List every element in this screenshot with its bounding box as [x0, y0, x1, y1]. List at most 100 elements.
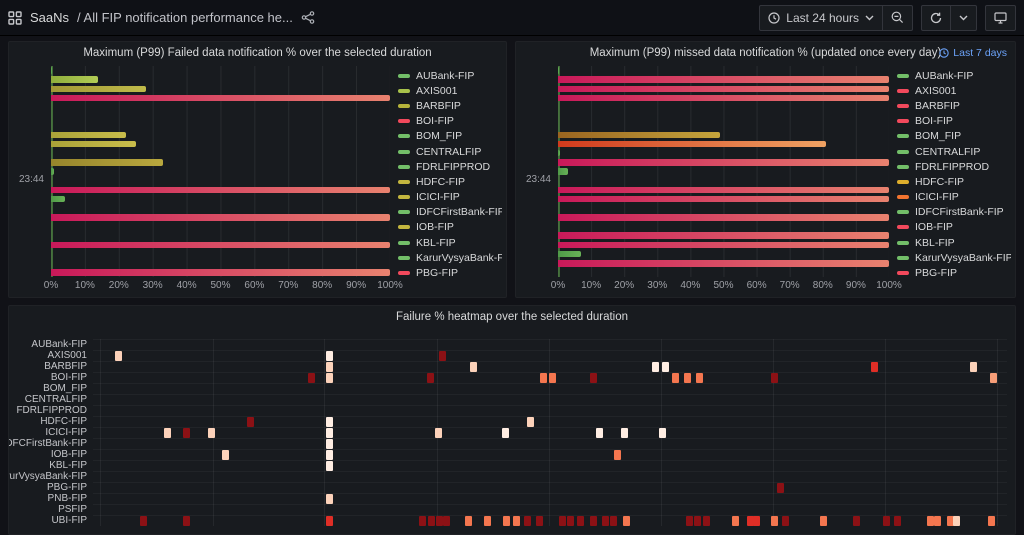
- time-range-picker[interactable]: Last 24 hours: [759, 5, 883, 31]
- panel-title-text: Maximum (P99) missed data notification %…: [590, 47, 942, 59]
- breadcrumb-app[interactable]: SaaNs: [30, 10, 69, 25]
- legend-item-FDRLFIPPROD[interactable]: FDRLFIPPROD: [897, 159, 1009, 174]
- bar-series-19: [51, 242, 390, 249]
- legend-label: AUBank-FIP: [915, 70, 973, 82]
- heatmap-cell: [696, 373, 703, 383]
- legend-label: AUBank-FIP: [416, 70, 474, 82]
- legend-label: HDFC-FIP: [416, 176, 465, 188]
- heatmap-gridline: [773, 339, 774, 526]
- legend-swatch: [398, 271, 410, 275]
- legend-item-BOM_FIP[interactable]: BOM_FIP: [398, 129, 500, 144]
- legend-label: BOM_FIP: [416, 130, 462, 142]
- heatmap-cell: [222, 450, 229, 460]
- legend-item-HDFC-FIP[interactable]: HDFC-FIP: [398, 174, 500, 189]
- heatmap-cell: [820, 516, 827, 526]
- panel-title[interactable]: Failure % heatmap over the selected dura…: [9, 306, 1015, 328]
- legend-swatch: [398, 210, 410, 214]
- legend-item-KBL-FIP[interactable]: KBL-FIP: [398, 235, 500, 250]
- heatmap-cell: [427, 373, 434, 383]
- heatmap-cell: [527, 417, 534, 427]
- legend-item-IOB-FIP[interactable]: IOB-FIP: [398, 220, 500, 235]
- legend-item-AXIS001[interactable]: AXIS001: [398, 83, 500, 98]
- legend-item-IDFCFirstBank-FIP[interactable]: IDFCFirstBank-FIP: [897, 205, 1009, 220]
- legend-item-AUBank-FIP[interactable]: AUBank-FIP: [398, 68, 500, 83]
- legend-label: IDFCFirstBank-FIP: [915, 206, 1004, 218]
- legend-item-AUBank-FIP[interactable]: AUBank-FIP: [897, 68, 1009, 83]
- heatmap-cell: [140, 516, 147, 526]
- heatmap-cell: [326, 362, 333, 372]
- bar-ICICI-FIP: [51, 141, 136, 148]
- legend-swatch: [897, 150, 909, 154]
- legend-label: AXIS001: [416, 85, 457, 97]
- legend-item-BOI-FIP[interactable]: BOI-FIP: [897, 114, 1009, 129]
- bar-series-20: [558, 251, 581, 258]
- breadcrumb-page-title[interactable]: / All FIP notification performance he...: [77, 10, 293, 25]
- heatmap-cell: [419, 516, 426, 526]
- legend-item-KarurVysyaBank-FIP[interactable]: KarurVysyaBank-FIP: [398, 250, 500, 265]
- legend-label: BOI-FIP: [915, 115, 953, 127]
- heatmap-cell: [326, 494, 333, 504]
- legend-label: CENTRALFIP: [416, 146, 481, 158]
- legend-item-KBL-FIP[interactable]: KBL-FIP: [897, 235, 1009, 250]
- panel-missed-notification: Maximum (P99) missed data notification %…: [515, 41, 1016, 298]
- legend-item-ICICI-FIP[interactable]: ICICI-FIP: [897, 190, 1009, 205]
- legend-item-BOM_FIP[interactable]: BOM_FIP: [897, 129, 1009, 144]
- heatmap-row-label-IOB-FIP: IOB-FIP: [9, 449, 87, 460]
- heatmap-cell: [602, 516, 609, 526]
- heatmap-cell: [436, 516, 443, 526]
- panel-title[interactable]: Maximum (P99) Failed data notification %…: [9, 42, 506, 64]
- missed-chart-x-axis: 0%10%20%30%40%50%60%70%80%90%100%: [558, 277, 889, 293]
- legend-item-KarurVysyaBank-FIP[interactable]: KarurVysyaBank-FIP: [897, 250, 1009, 265]
- legend-item-IOB-FIP[interactable]: IOB-FIP: [897, 220, 1009, 235]
- heatmap-cell: [326, 373, 333, 383]
- heatmap-cell: [777, 483, 784, 493]
- legend-label: HDFC-FIP: [915, 176, 964, 188]
- time-range-label: Last 24 hours: [786, 11, 859, 25]
- heatmap-row-label-PSFIP: PSFIP: [9, 504, 87, 515]
- refresh-button[interactable]: [921, 5, 951, 31]
- zoom-out-button[interactable]: [883, 5, 913, 31]
- heatmap-row-label-FDRLFIPPROD: FDRLFIPPROD: [9, 405, 87, 416]
- clock-icon: [939, 48, 949, 58]
- apps-grid-icon[interactable]: [8, 11, 22, 25]
- x-tick-label: 20%: [109, 280, 129, 291]
- heatmap-cell: [183, 428, 190, 438]
- heatmap-cell: [703, 516, 710, 526]
- legend-item-HDFC-FIP[interactable]: HDFC-FIP: [897, 174, 1009, 189]
- legend-swatch: [398, 74, 410, 78]
- panel-title[interactable]: Maximum (P99) missed data notification %…: [516, 42, 1015, 64]
- x-tick-label: 80%: [312, 280, 332, 291]
- legend-item-CENTRALFIP[interactable]: CENTRALFIP: [897, 144, 1009, 159]
- heatmap-cell: [782, 516, 789, 526]
- legend-item-PBG-FIP[interactable]: PBG-FIP: [398, 265, 500, 280]
- legend-label: KBL-FIP: [915, 237, 955, 249]
- legend-item-AXIS001[interactable]: AXIS001: [897, 83, 1009, 98]
- legend-item-BARBFIP[interactable]: BARBFIP: [897, 98, 1009, 113]
- legend-label: IOB-FIP: [915, 221, 953, 233]
- legend-swatch: [897, 134, 909, 138]
- heatmap-y-labels: AUBank-FIPAXIS001BARBFIPBOI-FIPBOM_FIPCE…: [9, 339, 93, 534]
- bar-AXIS001: [558, 76, 889, 83]
- kiosk-mode-button[interactable]: [985, 5, 1016, 31]
- heatmap-cell: [115, 351, 122, 361]
- heatmap-cell: [443, 516, 450, 526]
- bar-series-14: [51, 196, 65, 203]
- legend-item-FDRLFIPPROD[interactable]: FDRLFIPPROD: [398, 159, 500, 174]
- heatmap-cell: [247, 417, 254, 427]
- x-tick-label: 50%: [210, 280, 230, 291]
- legend-swatch: [897, 225, 909, 229]
- legend-item-BARBFIP[interactable]: BARBFIP: [398, 98, 500, 113]
- x-tick-label: 70%: [780, 280, 800, 291]
- refresh-interval-dropdown[interactable]: [951, 5, 977, 31]
- bar-IDFCFirstBank-FIP: [558, 150, 560, 157]
- legend-item-CENTRALFIP[interactable]: CENTRALFIP: [398, 144, 500, 159]
- share-alt-icon[interactable]: [301, 11, 315, 24]
- legend-item-ICICI-FIP[interactable]: ICICI-FIP: [398, 190, 500, 205]
- legend-item-PBG-FIP[interactable]: PBG-FIP: [897, 265, 1009, 280]
- heatmap-cell: [990, 373, 997, 383]
- legend-label: ICICI-FIP: [915, 191, 959, 203]
- legend-item-BOI-FIP[interactable]: BOI-FIP: [398, 114, 500, 129]
- heatmap-cell: [694, 516, 701, 526]
- legend-item-IDFCFirstBank-FIP[interactable]: IDFCFirstBank-FIP: [398, 205, 500, 220]
- heatmap-cell: [465, 516, 472, 526]
